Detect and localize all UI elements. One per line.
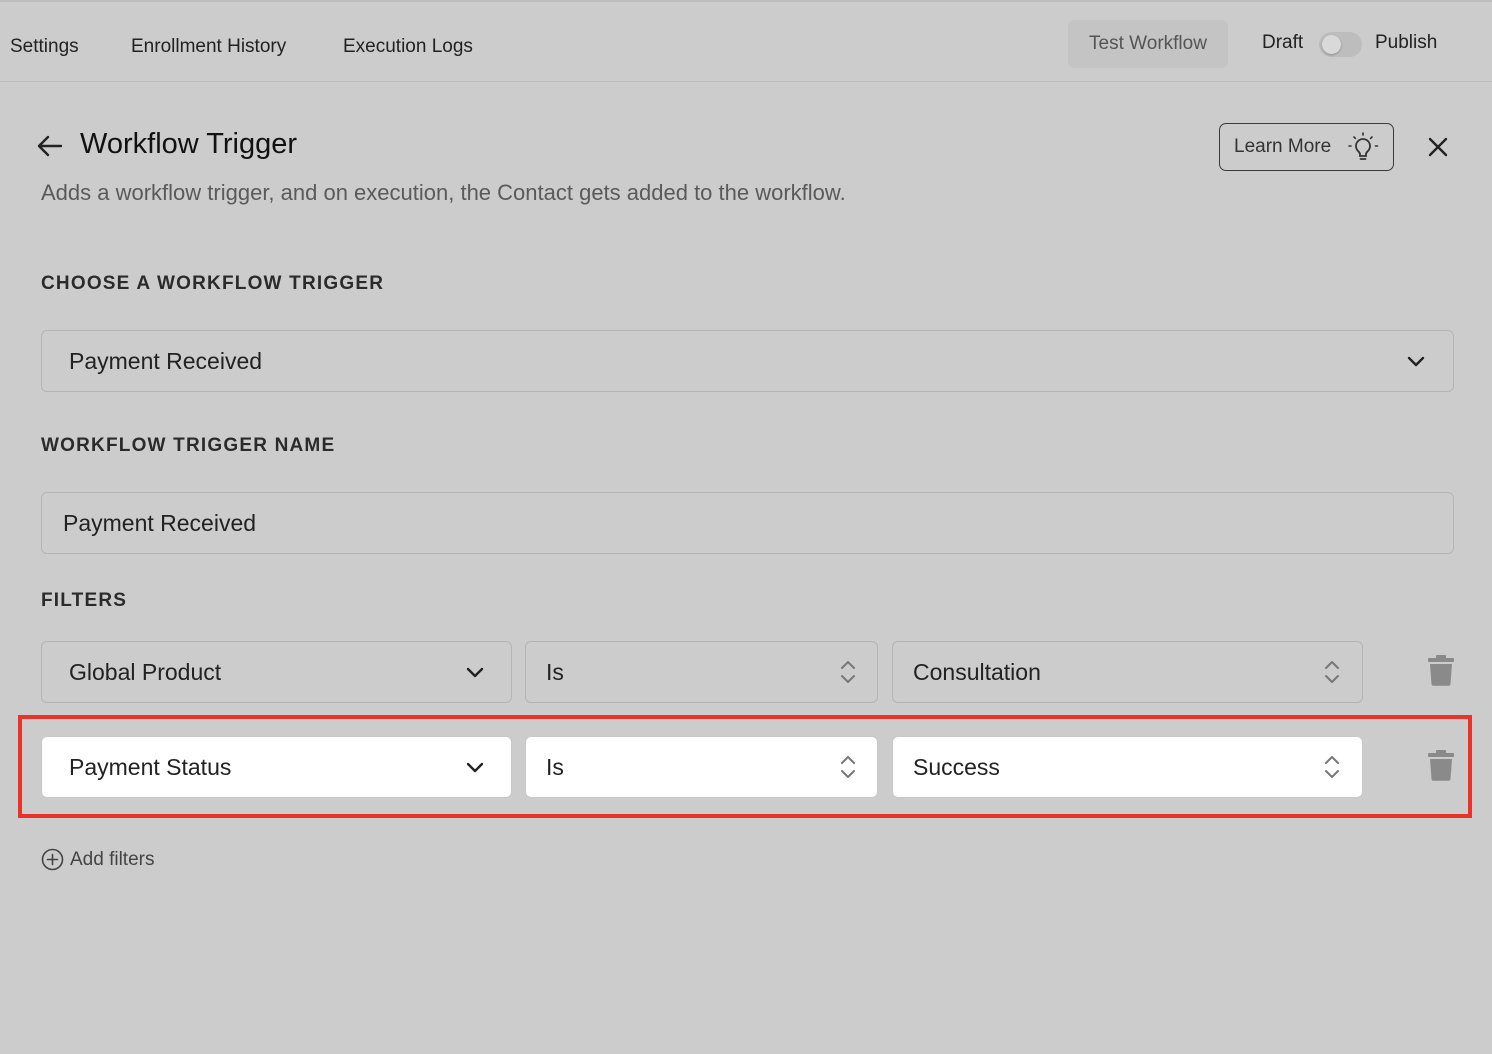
plus-circle-icon — [41, 848, 64, 871]
trigger-select[interactable]: Payment Received — [41, 330, 1454, 392]
test-workflow-button[interactable]: Test Workflow — [1068, 20, 1228, 68]
filter-value-text: Consultation — [913, 658, 1041, 685]
add-filters-button[interactable]: Add filters — [41, 848, 154, 871]
filter-operator-select[interactable]: Is — [525, 641, 878, 703]
page-subtitle: Adds a workflow trigger, and on executio… — [41, 180, 846, 205]
arrow-left-icon[interactable] — [35, 131, 65, 161]
trash-icon[interactable] — [1427, 654, 1455, 686]
lightbulb-icon — [1347, 132, 1379, 160]
sort-updown-icon — [841, 661, 855, 683]
choose-trigger-label: CHOOSE A WORKFLOW TRIGGER — [41, 273, 385, 294]
filters-label: FILTERS — [41, 590, 128, 611]
learn-more-label: Learn More — [1234, 136, 1332, 157]
trigger-select-value: Payment Received — [69, 347, 263, 374]
toggle-knob — [1322, 35, 1341, 54]
publish-label: Publish — [1375, 32, 1438, 53]
trigger-name-value: Payment Received — [63, 509, 257, 536]
learn-more-button[interactable]: Learn More — [1219, 123, 1394, 171]
chevron-down-icon — [466, 667, 484, 678]
tab-enrollment-history[interactable]: Enrollment History — [131, 36, 286, 58]
filter-field-select[interactable]: Global Product — [41, 641, 512, 703]
filter-field-value: Global Product — [69, 658, 222, 685]
sort-updown-icon — [1325, 661, 1339, 683]
trigger-name-input[interactable]: Payment Received — [41, 492, 1454, 554]
top-navigation-bar: Settings Enrollment History Execution Lo… — [0, 0, 1492, 82]
highlight-box — [18, 715, 1472, 818]
trigger-name-label: WORKFLOW TRIGGER NAME — [41, 435, 336, 456]
close-icon[interactable] — [1425, 134, 1451, 160]
filter-operator-value: Is — [546, 658, 564, 685]
add-filters-label: Add filters — [70, 848, 155, 870]
tab-settings[interactable]: Settings — [10, 36, 79, 58]
tab-execution-logs[interactable]: Execution Logs — [343, 36, 473, 58]
chevron-down-icon — [1407, 356, 1425, 367]
filter-value-select[interactable]: Consultation — [892, 641, 1363, 703]
publish-toggle[interactable] — [1319, 32, 1362, 57]
page-title: Workflow Trigger — [80, 128, 298, 160]
draft-label: Draft — [1262, 32, 1304, 53]
